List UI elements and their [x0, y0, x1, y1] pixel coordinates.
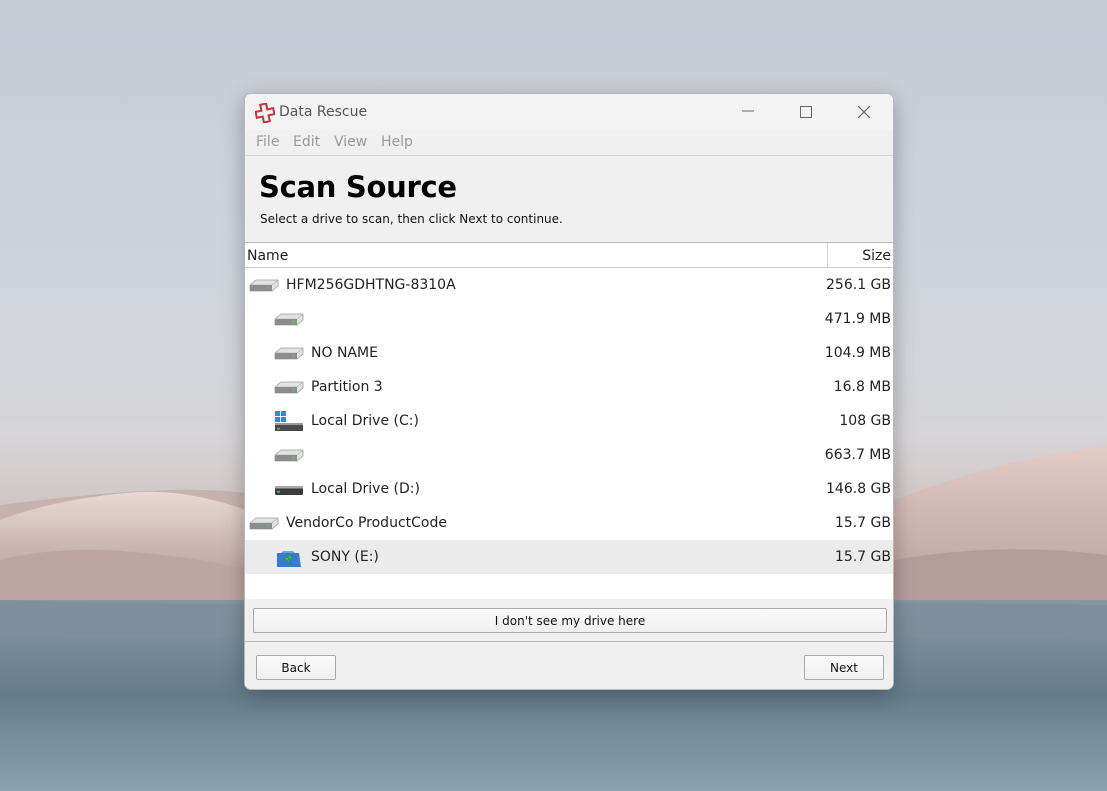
menu-view[interactable]: View [334, 134, 367, 150]
drive-name: Local Drive (D:) [311, 481, 420, 497]
drive-row[interactable]: Local Drive (D:) 146.8 GB [245, 472, 893, 506]
drive-size: 15.7 GB [834, 515, 891, 531]
close-button[interactable] [841, 94, 887, 130]
drive-row[interactable]: 471.9 MB [245, 302, 893, 336]
dark-drive-icon [273, 479, 305, 501]
drive-row[interactable]: VendorCo ProductCode 15.7 GB [245, 506, 893, 540]
drive-size: 471.9 MB [824, 311, 891, 327]
navigation-bar: Back Next [245, 642, 893, 689]
drive-row[interactable]: Local Drive (C:) 108 GB [245, 404, 893, 438]
maximize-icon [800, 106, 812, 118]
drive-size: 108 GB [839, 413, 891, 429]
menu-help[interactable]: Help [381, 134, 413, 150]
drive-row[interactable]: SONY (E:) 15.7 GB [245, 540, 893, 574]
minimize-icon [742, 110, 754, 112]
drive-name: NO NAME [311, 345, 378, 361]
data-rescue-window: Data Rescue File Edit View Help Scan Sou… [244, 93, 894, 690]
disk-icon [273, 309, 305, 331]
windows-drive-icon [273, 411, 305, 433]
window-title: Data Rescue [279, 104, 368, 120]
drive-name: SONY (E:) [311, 549, 379, 565]
drive-name: Partition 3 [311, 379, 383, 395]
data-rescue-logo-icon [255, 103, 275, 123]
drive-name: Local Drive (C:) [311, 413, 419, 429]
disk-icon [273, 377, 305, 399]
drive-row[interactable]: Partition 3 16.8 MB [245, 370, 893, 404]
drive-size: 146.8 GB [826, 481, 891, 497]
maximize-button[interactable] [783, 94, 829, 130]
back-button[interactable]: Back [256, 655, 336, 680]
drive-list: Name Size HFM256GDHTNG-8310A 256.1 GB 471.… [245, 243, 893, 599]
drive-size: 16.8 MB [833, 379, 891, 395]
page-title: Scan Source [259, 170, 457, 204]
drive-row[interactable]: NO NAME 104.9 MB [245, 336, 893, 370]
desktop-background: Data Rescue File Edit View Help Scan Sou… [0, 0, 1107, 791]
disk-icon [248, 513, 280, 535]
page-header: Scan Source Select a drive to scan, then… [245, 156, 893, 243]
drive-row[interactable]: HFM256GDHTNG-8310A 256.1 GB [245, 268, 893, 302]
close-icon [857, 105, 871, 119]
drive-name: HFM256GDHTNG-8310A [286, 277, 456, 293]
list-footer: I don't see my drive here [245, 599, 893, 642]
drive-size: 15.7 GB [834, 549, 891, 565]
column-header-name[interactable]: Name [247, 248, 288, 264]
list-header: Name Size [245, 243, 893, 268]
menu-edit[interactable]: Edit [293, 134, 320, 150]
title-bar[interactable]: Data Rescue [245, 94, 893, 130]
next-button[interactable]: Next [804, 655, 884, 680]
drive-row[interactable]: 663.7 MB [245, 438, 893, 472]
column-divider[interactable] [827, 243, 828, 267]
drive-size: 663.7 MB [824, 447, 891, 463]
page-subtitle: Select a drive to scan, then click Next … [260, 212, 563, 226]
drive-name: VendorCo ProductCode [286, 515, 447, 531]
dont-see-drive-button[interactable]: I don't see my drive here [253, 608, 887, 633]
menu-file[interactable]: File [256, 134, 279, 150]
drive-size: 104.9 MB [824, 345, 891, 361]
column-header-size[interactable]: Size [862, 248, 891, 264]
disk-icon [273, 445, 305, 467]
drive-size: 256.1 GB [826, 277, 891, 293]
drive-rows: HFM256GDHTNG-8310A 256.1 GB 471.9 MB NO NAM… [245, 268, 893, 574]
disk-icon [248, 275, 280, 297]
usb-drive-icon [273, 547, 305, 569]
minimize-button[interactable] [725, 94, 771, 130]
disk-icon [273, 343, 305, 365]
menu-bar: File Edit View Help [245, 130, 893, 156]
